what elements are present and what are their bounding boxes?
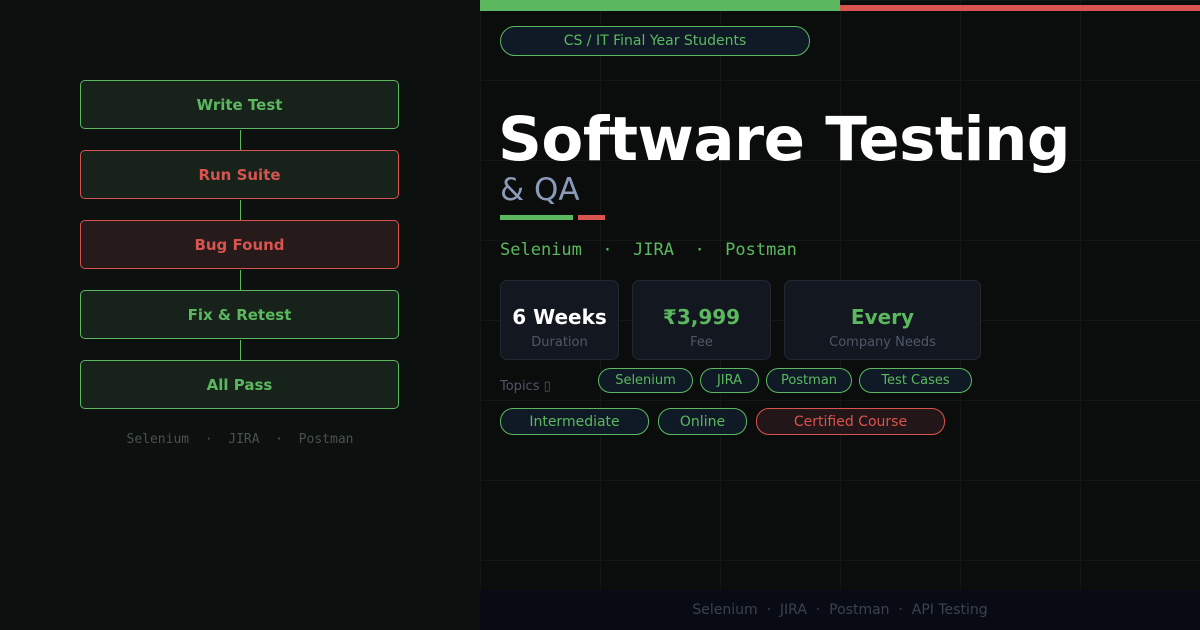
topic-chip-postman: Postman: [766, 368, 852, 393]
page-title: Software Testing: [498, 104, 1071, 175]
tag-online: Online: [658, 408, 747, 435]
topic-chip-jira: JIRA: [700, 368, 759, 393]
flow-step-run-suite: Run Suite: [80, 150, 399, 199]
tag-intermediate: Intermediate: [500, 408, 649, 435]
title-underline-red: [578, 215, 605, 220]
tools-line: Selenium · JIRA · Postman: [500, 240, 797, 260]
accent-bar-red: [840, 5, 1200, 11]
stat-label: Fee: [690, 335, 713, 350]
title-underline-green: [500, 215, 573, 220]
stat-label: Company Needs: [829, 335, 936, 350]
flow-connector: [240, 340, 241, 360]
flow-step-all-pass: All Pass: [80, 360, 399, 409]
page-subtitle: & QA: [500, 172, 580, 208]
stat-card-company-needs: Every Company Needs: [784, 280, 981, 360]
accent-bar-green: [480, 0, 840, 11]
topic-chip-test-cases: Test Cases: [859, 368, 972, 393]
flow-tools-caption: Selenium · JIRA · Postman: [126, 432, 354, 447]
flow-step-bug-found: Bug Found: [80, 220, 399, 269]
tag-certified-course: Certified Course: [756, 408, 945, 435]
topic-chip-selenium: Selenium: [598, 368, 693, 393]
flow-step-fix-retest: Fix & Retest: [80, 290, 399, 339]
flow-step-write-test: Write Test: [80, 80, 399, 129]
stat-value: 6 Weeks: [512, 305, 607, 329]
audience-badge: CS / IT Final Year Students: [500, 26, 810, 56]
stat-card-duration: 6 Weeks Duration: [500, 280, 619, 360]
footer-tools: Selenium · JIRA · Postman · API Testing: [480, 590, 1200, 630]
stat-card-fee: ₹3,999 Fee: [632, 280, 771, 360]
flow-connector: [240, 200, 241, 220]
stat-value: ₹3,999: [662, 305, 741, 329]
topics-label: Topics ▯: [500, 379, 551, 394]
stat-value: Every: [850, 305, 915, 329]
flow-connector: [240, 130, 241, 150]
stat-label: Duration: [531, 335, 588, 350]
flow-connector: [240, 270, 241, 290]
